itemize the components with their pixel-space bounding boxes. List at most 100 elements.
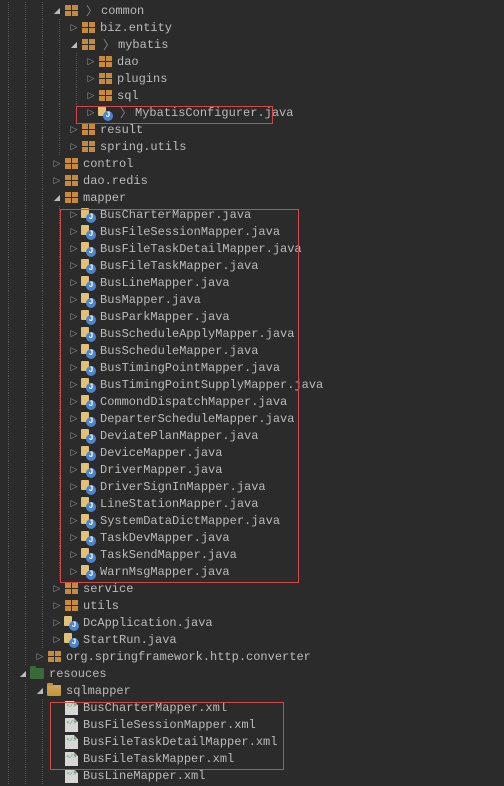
tree-node-java-file[interactable]: JTaskDevMapper.java xyxy=(0,529,504,546)
chevron-right-icon[interactable] xyxy=(68,311,80,323)
tree-node-java-file[interactable]: JTaskSendMapper.java xyxy=(0,546,504,563)
chevron-right-icon[interactable] xyxy=(68,566,80,578)
chevron-right-icon[interactable] xyxy=(68,141,80,153)
chevron-right-icon[interactable] xyxy=(68,379,80,391)
chevron-right-icon[interactable] xyxy=(51,617,63,629)
tree-node-java-file[interactable]: JWarnMsgMapper.java xyxy=(0,563,504,580)
tree-node-xml-file[interactable]: BusFileSessionMapper.xml xyxy=(0,716,504,733)
chevron-right-icon[interactable] xyxy=(68,413,80,425)
chevron-right-icon[interactable] xyxy=(85,107,97,119)
tree-node-dao[interactable]: dao xyxy=(0,53,504,70)
tree-node-sql[interactable]: sql xyxy=(0,87,504,104)
tree-node-java-file[interactable]: JBusFileTaskDetailMapper.java xyxy=(0,240,504,257)
chevron-right-icon[interactable] xyxy=(68,345,80,357)
java-class-icon: J xyxy=(80,479,96,495)
chevron-right-icon[interactable] xyxy=(85,73,97,85)
tree-node-spring-utils[interactable]: spring.utils xyxy=(0,138,504,155)
tree-node-java-file[interactable]: JBusTimingPointMapper.java xyxy=(0,359,504,376)
path-separator: 〉 xyxy=(103,36,115,53)
java-class-icon: J xyxy=(80,343,96,359)
chevron-right-icon[interactable] xyxy=(68,464,80,476)
tree-node-sqlmapper[interactable]: sqlmapper xyxy=(0,682,504,699)
chevron-right-icon[interactable] xyxy=(68,515,80,527)
tree-node-java-file[interactable]: JCommondDispatchMapper.java xyxy=(0,393,504,410)
chevron-right-icon[interactable] xyxy=(68,549,80,561)
tree-node-java-file[interactable]: JDeviceMapper.java xyxy=(0,444,504,461)
tree-node-java-file[interactable]: JBusLineMapper.java xyxy=(0,274,504,291)
chevron-right-icon[interactable] xyxy=(68,328,80,340)
tree-node-xml-file[interactable]: BusFileTaskDetailMapper.xml xyxy=(0,733,504,750)
tree-node-java-file[interactable]: JBusScheduleApplyMapper.java xyxy=(0,325,504,342)
chevron-right-icon[interactable] xyxy=(68,277,80,289)
tree-node-java-file[interactable]: JBusFileSessionMapper.java xyxy=(0,223,504,240)
tree-node-dao-redis[interactable]: dao.redis xyxy=(0,172,504,189)
chevron-right-icon[interactable] xyxy=(51,175,63,187)
package-icon xyxy=(97,54,113,70)
tree-node-mapper[interactable]: mapper xyxy=(0,189,504,206)
chevron-right-icon[interactable] xyxy=(68,498,80,510)
tree-node-java-file[interactable]: JBusMapper.java xyxy=(0,291,504,308)
chevron-right-icon[interactable] xyxy=(51,158,63,170)
package-icon xyxy=(63,598,79,614)
java-class-icon: J xyxy=(80,275,96,291)
chevron-right-icon[interactable] xyxy=(68,396,80,408)
tree-node-java-file[interactable]: JDeparterScheduleMapper.java xyxy=(0,410,504,427)
xml-file-icon xyxy=(63,751,79,767)
tree-node-java-file[interactable]: J DriverSignInMapper.java xyxy=(0,478,504,495)
chevron-right-icon[interactable] xyxy=(68,22,80,34)
tree-node-common[interactable]: 〉 common xyxy=(0,2,504,19)
tree-node-xml-file[interactable]: BusFileTaskMapper.xml xyxy=(0,750,504,767)
tree-node-resouces[interactable]: resouces xyxy=(0,665,504,682)
tree-node-service[interactable]: service xyxy=(0,580,504,597)
package-icon xyxy=(97,71,113,87)
java-class-icon: J xyxy=(80,309,96,325)
tree-node-plugins[interactable]: plugins xyxy=(0,70,504,87)
tree-node-java-file[interactable]: JBusFileTaskMapper.java xyxy=(0,257,504,274)
tree-node-start-run[interactable]: J StartRun.java xyxy=(0,631,504,648)
chevron-right-icon[interactable] xyxy=(51,634,63,646)
chevron-right-icon[interactable] xyxy=(51,600,63,612)
chevron-right-icon[interactable] xyxy=(68,447,80,459)
tree-node-java-file[interactable]: JBusScheduleMapper.java xyxy=(0,342,504,359)
tree-node-xml-file[interactable]: BusCharterMapper.xml xyxy=(0,699,504,716)
tree-node-java-file[interactable]: JLineStationMapper.java xyxy=(0,495,504,512)
tree-node-mybatis[interactable]: 〉 mybatis xyxy=(0,36,504,53)
chevron-right-icon[interactable] xyxy=(68,481,80,493)
tree-node-mybatis-configurer[interactable]: J 〉 MybatisConfigurer.java xyxy=(0,104,504,121)
chevron-down-icon[interactable] xyxy=(34,685,46,697)
chevron-right-icon[interactable] xyxy=(68,362,80,374)
chevron-right-icon[interactable] xyxy=(68,532,80,544)
node-label: sql xyxy=(117,89,139,103)
chevron-right-icon[interactable] xyxy=(85,56,97,68)
chevron-right-icon[interactable] xyxy=(68,260,80,272)
chevron-right-icon[interactable] xyxy=(68,226,80,238)
project-tree[interactable]: 〉 common biz.entity 〉 mybatis dao plugin… xyxy=(0,0,504,786)
chevron-right-icon[interactable] xyxy=(34,651,46,663)
tree-node-java-file[interactable]: JBusCharterMapper.java xyxy=(0,206,504,223)
tree-node-dc-application[interactable]: J DcApplication.java xyxy=(0,614,504,631)
tree-node-java-file[interactable]: JBusTimingPointSupplyMapper.java xyxy=(0,376,504,393)
tree-node-java-file[interactable]: JDriverMapper.java xyxy=(0,461,504,478)
chevron-down-icon[interactable] xyxy=(51,5,63,17)
chevron-down-icon[interactable] xyxy=(51,192,63,204)
node-label: DcApplication.java xyxy=(83,616,213,630)
chevron-right-icon[interactable] xyxy=(68,124,80,136)
tree-node-control[interactable]: control xyxy=(0,155,504,172)
chevron-right-icon[interactable] xyxy=(85,90,97,102)
tree-node-java-file[interactable]: JDeviatePlanMapper.java xyxy=(0,427,504,444)
chevron-right-icon[interactable] xyxy=(68,209,80,221)
chevron-down-icon[interactable] xyxy=(17,668,29,680)
chevron-down-icon[interactable] xyxy=(68,39,80,51)
tree-node-utils[interactable]: utils xyxy=(0,597,504,614)
tree-node-java-file[interactable]: JBusParkMapper.java xyxy=(0,308,504,325)
tree-node-java-file[interactable]: JSystemDataDictMapper.java xyxy=(0,512,504,529)
chevron-right-icon[interactable] xyxy=(68,243,80,255)
tree-node-biz-entity[interactable]: biz.entity xyxy=(0,19,504,36)
chevron-right-icon[interactable] xyxy=(68,294,80,306)
node-label: DriverSignInMapper.java xyxy=(100,480,266,494)
chevron-right-icon[interactable] xyxy=(51,583,63,595)
tree-node-result[interactable]: result xyxy=(0,121,504,138)
tree-node-xml-file[interactable]: BusLineMapper.xml xyxy=(0,767,504,784)
chevron-right-icon[interactable] xyxy=(68,430,80,442)
tree-node-spring-converter[interactable]: org.springframework.http.converter xyxy=(0,648,504,665)
